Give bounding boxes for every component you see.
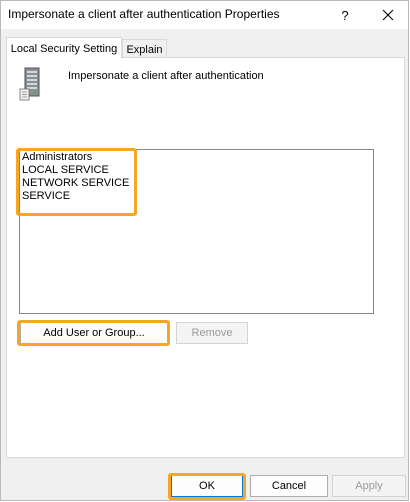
list-item[interactable]: SERVICE (22, 190, 70, 203)
close-icon (382, 9, 394, 21)
list-item[interactable]: NETWORK SERVICE (22, 177, 129, 190)
tab-local-security-setting[interactable]: Local Security Setting (6, 37, 122, 59)
title-bar: Impersonate a client after authenticatio… (1, 1, 408, 29)
help-button[interactable]: ? (327, 1, 363, 29)
properties-dialog: Impersonate a client after authenticatio… (0, 0, 409, 501)
close-button[interactable] (369, 1, 407, 29)
window-title: Impersonate a client after authenticatio… (8, 7, 280, 21)
cancel-button[interactable]: Cancel (250, 475, 328, 497)
ok-button[interactable]: OK (171, 475, 243, 497)
policy-name: Impersonate a client after authenticatio… (68, 70, 264, 82)
list-item[interactable]: LOCAL SERVICE (22, 164, 109, 177)
list-item[interactable]: Administrators (22, 151, 92, 164)
server-icon (19, 67, 40, 101)
add-user-or-group-button[interactable]: Add User or Group... (20, 322, 168, 344)
apply-button[interactable]: Apply (332, 475, 406, 497)
tab-explain[interactable]: Explain (122, 39, 167, 59)
remove-button[interactable]: Remove (176, 322, 248, 344)
